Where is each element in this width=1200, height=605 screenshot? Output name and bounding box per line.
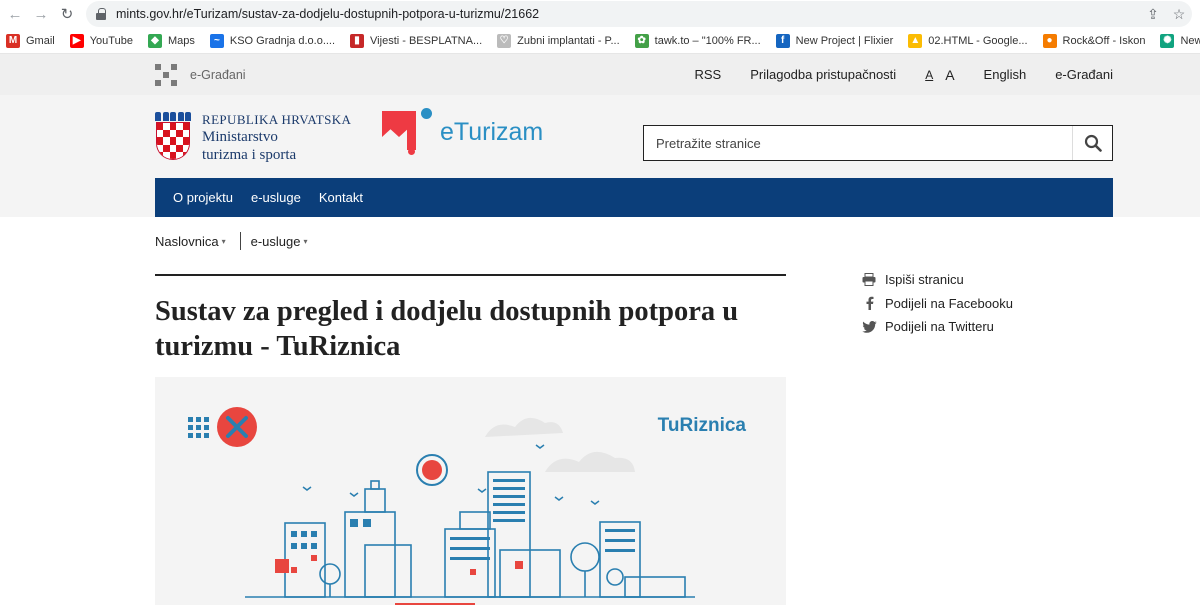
- utility-bar: e-Građani RSS Prilagodba pristupačnosti …: [0, 54, 1200, 95]
- bookmark-item[interactable]: f New Project | Flixier: [775, 33, 894, 48]
- bookmark-label: Zubni implantati - P...: [517, 34, 620, 47]
- print-label: Ispiši stranicu: [885, 272, 964, 288]
- breadcrumb-item-home[interactable]: Naslovnica ▾: [155, 234, 226, 249]
- twitter-icon: [861, 320, 877, 333]
- kso-icon: ~: [209, 33, 224, 48]
- bookmark-label: KSO Gradnja d.o.o....: [229, 34, 336, 47]
- nav-item-o-projektu[interactable]: O projektu: [173, 190, 233, 205]
- bookmark-label: Vijesti - BESPLATNA...: [370, 34, 483, 47]
- eturizam-logo[interactable]: eTurizam: [382, 108, 543, 156]
- lock-icon[interactable]: [96, 8, 106, 20]
- search-input[interactable]: [644, 126, 1072, 160]
- bookmark-item[interactable]: M Gmail: [6, 33, 55, 48]
- back-icon[interactable]: ←: [2, 1, 28, 27]
- bookmark-label: New chat: [1180, 34, 1200, 47]
- share-facebook-link[interactable]: Podijeli na Facebooku: [861, 292, 1013, 316]
- breadcrumb-label: Naslovnica: [155, 233, 219, 249]
- ministry-country: REPUBLIKA HRVATSKA: [202, 112, 352, 127]
- font-size-large-button[interactable]: A: [945, 67, 954, 83]
- chevron-down-icon: ▾: [221, 236, 226, 246]
- font-size-small-button[interactable]: A: [925, 68, 933, 82]
- bookmark-label: tawk.to – "100% FR...: [654, 34, 761, 47]
- chat-icon: ✺: [1160, 33, 1175, 48]
- address-bar[interactable]: mints.gov.hr/eTurizam/sustav-za-dodjelu-…: [86, 1, 1192, 27]
- ministry-name-line2: turizma i sporta: [202, 147, 297, 163]
- bookmark-item[interactable]: ✿ tawk.to – "100% FR...: [634, 33, 761, 48]
- hero-image: TuRiznica: [155, 377, 786, 605]
- bookmark-item[interactable]: ▮ Vijesti - BESPLATNA...: [350, 33, 483, 48]
- bookmarks-bar: M Gmail ▶ YouTube ◆ Maps ~ KSO Gradnja d.o.o...…: [0, 28, 1200, 54]
- print-page-link[interactable]: Ispiši stranicu: [861, 268, 1013, 292]
- bookmark-item[interactable]: ▶ YouTube: [69, 33, 133, 48]
- breadcrumb-label: e-usluge: [250, 233, 301, 249]
- vijesti-icon: ▮: [350, 33, 365, 48]
- share-panel: Ispiši stranicu Podijeli na Facebooku Po…: [861, 268, 1013, 339]
- search-button[interactable]: [1072, 126, 1112, 160]
- bookmark-label: Gmail: [26, 34, 55, 47]
- youtube-icon: ▶: [69, 33, 84, 48]
- breadcrumb: Naslovnica ▾ e-usluge ▾: [155, 232, 308, 250]
- bookmark-label: Maps: [167, 34, 195, 47]
- zubni-icon: ♡: [497, 33, 512, 48]
- accessibility-link[interactable]: Prilagodba pristupačnosti: [750, 67, 896, 82]
- bookmark-label: 02.HTML - Google...: [928, 34, 1028, 47]
- rss-link[interactable]: RSS: [694, 67, 721, 82]
- ministry-logo[interactable]: REPUBLIKA HRVATSKA Ministarstvo turizma …: [155, 112, 351, 164]
- bookmark-label: YouTube: [89, 34, 133, 47]
- search-icon: [1084, 134, 1102, 152]
- printer-icon: [861, 273, 877, 287]
- croatian-coat-of-arms-icon: [155, 112, 191, 160]
- bookmark-label: New Project | Flixier: [795, 34, 894, 47]
- ministry-name-line1: Ministarstvo: [202, 129, 278, 145]
- nav-item-e-usluge[interactable]: e-usluge: [251, 190, 301, 205]
- gmail-icon: M: [6, 33, 20, 48]
- hero-brand-label: TuRiznica: [657, 415, 746, 436]
- eturizam-brand: eTurizam: [440, 117, 544, 146]
- bookmark-item[interactable]: ▲ 02.HTML - Google...: [908, 33, 1028, 48]
- title-divider: [155, 274, 786, 276]
- flixier-icon: f: [775, 33, 790, 48]
- twitter-label: Podijeli na Twitteru: [885, 319, 994, 335]
- bookmark-item[interactable]: ● Rock&Off - Iskon: [1042, 33, 1146, 48]
- bookmark-item[interactable]: ♡ Zubni implantati - P...: [497, 33, 620, 48]
- bookmark-label: Rock&Off - Iskon: [1062, 34, 1146, 47]
- iskon-icon: ●: [1042, 33, 1057, 48]
- tawk-icon: ✿: [634, 33, 649, 48]
- maps-icon: ◆: [147, 33, 162, 48]
- bookmark-item[interactable]: ~ KSO Gradnja d.o.o....: [209, 33, 336, 48]
- site-search: [643, 125, 1113, 161]
- bookmark-item[interactable]: ✺ New chat: [1160, 33, 1200, 48]
- browser-toolbar: ← → ↻ mints.gov.hr/eTurizam/sustav-za-do…: [0, 0, 1200, 28]
- egradani-label: e-Građani: [190, 67, 246, 82]
- reload-icon[interactable]: ↻: [54, 1, 80, 27]
- share-page-icon[interactable]: ⇪: [1140, 6, 1166, 23]
- eturizam-mark-icon: [382, 108, 434, 156]
- main-navigation: O projektu e-usluge Kontakt: [155, 178, 1113, 217]
- share-twitter-link[interactable]: Podijeli na Twitteru: [861, 315, 1013, 339]
- breadcrumb-divider: [239, 232, 241, 250]
- url-text[interactable]: mints.gov.hr/eTurizam/sustav-za-dodjelu-…: [116, 7, 1140, 21]
- egradani-icon: [155, 63, 177, 86]
- forward-icon[interactable]: →: [28, 1, 54, 27]
- facebook-icon: [861, 296, 877, 311]
- site-header: REPUBLIKA HRVATSKA Ministarstvo turizma …: [0, 95, 1200, 217]
- nav-item-kontakt[interactable]: Kontakt: [319, 190, 363, 205]
- egradani-link[interactable]: e-Građani: [1055, 67, 1113, 82]
- bookmark-star-icon[interactable]: ☆: [1166, 6, 1192, 23]
- drive-icon: ▲: [908, 33, 923, 48]
- bookmark-item[interactable]: ◆ Maps: [147, 33, 195, 48]
- facebook-label: Podijeli na Facebooku: [885, 295, 1013, 311]
- breadcrumb-item-e-usluge[interactable]: e-usluge ▾: [251, 234, 308, 249]
- city-illustration: [188, 407, 695, 605]
- language-english-link[interactable]: English: [984, 67, 1027, 82]
- egradani-logo[interactable]: e-Građani: [155, 63, 246, 86]
- chevron-down-icon: ▾: [303, 236, 308, 246]
- page-title: Sustav za pregled i dodjelu dostupnih po…: [155, 296, 739, 362]
